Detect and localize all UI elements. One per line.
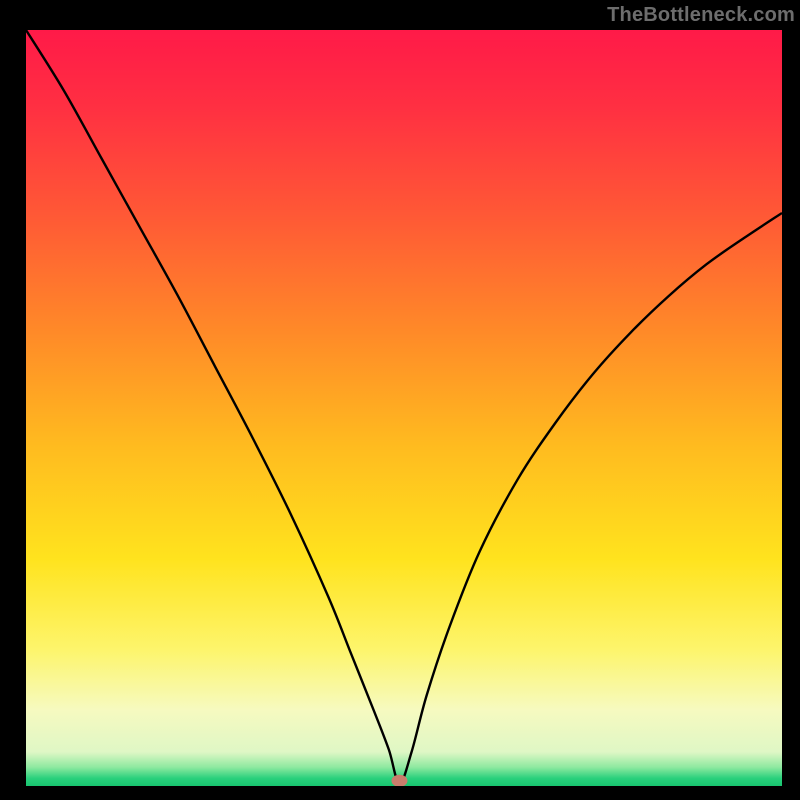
watermark-text: TheBottleneck.com	[607, 4, 795, 27]
chart-frame: TheBottleneck.com	[0, 0, 800, 800]
gradient-background	[26, 30, 782, 786]
plot-area	[26, 30, 782, 786]
plot-svg	[26, 30, 782, 786]
